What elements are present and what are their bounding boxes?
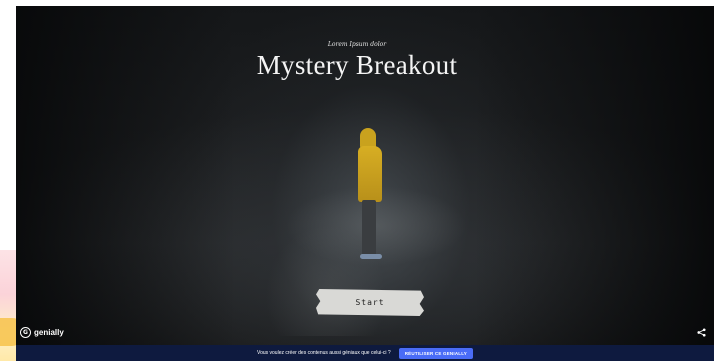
share-icon-graphic: [696, 327, 706, 337]
genially-g-icon: G: [20, 326, 31, 338]
figure-legs: [362, 200, 376, 255]
share-icon[interactable]: [694, 325, 708, 339]
hooded-figure-illustration: [352, 128, 392, 263]
scene-subtitle: Lorem Ipsum dolor: [327, 41, 387, 48]
promo-message: Vous voulez créer des contenus aussi gén…: [257, 350, 391, 356]
genially-logo[interactable]: G genially: [20, 326, 64, 338]
figure-shoes: [360, 254, 382, 259]
promo-bar: Vous voulez créer des contenus aussi gén…: [16, 345, 714, 361]
start-button[interactable]: Start: [316, 289, 424, 316]
genially-logo-text: genially: [34, 327, 64, 337]
reuse-genially-button[interactable]: RÉUTILISER CE GENIALLY: [398, 347, 473, 359]
figure-jacket: [358, 146, 382, 202]
scene-title: Mystery Breakout: [256, 50, 458, 80]
